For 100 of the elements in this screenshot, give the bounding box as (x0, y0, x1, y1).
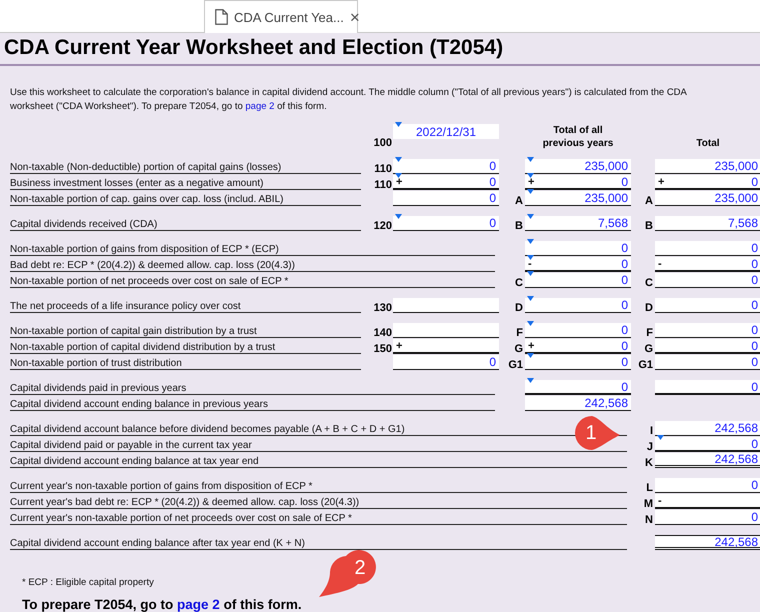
dropdown-marker-icon[interactable] (527, 378, 534, 383)
amount-field[interactable]: + 0 (525, 175, 631, 190)
line-code: 150 (372, 343, 393, 355)
amount-field[interactable]: 0 (655, 323, 760, 338)
line-letter: K (644, 457, 654, 469)
line-code: 130 (372, 302, 393, 314)
line-letter: F (645, 327, 654, 339)
row-label: Capital dividend account ending balance in previous years (10, 396, 495, 411)
amount-field[interactable]: 235,000 (525, 191, 631, 206)
line-code: 110 (373, 179, 393, 191)
amount-field[interactable]: 0 (655, 273, 760, 288)
dropdown-marker-icon[interactable] (527, 296, 534, 301)
dropdown-marker-icon[interactable] (527, 321, 534, 326)
dropdown-marker-icon[interactable] (527, 239, 534, 244)
row-label: The net proceeds of a life insurance policy over cost (10, 298, 361, 313)
row-label: Current year's bad debt re: ECP * (20(4.2)) & deemed allow. cap. loss (20(4.3)) (10, 494, 627, 509)
intro-text: Use this worksheet to calculate the corporation's balance in capital dividend account. The middle column ("Total of all previous years") is calculated from the CDA worksheet ("CDA Worksheet"). To prepare T2054, go to page 2 of this form. (10, 86, 688, 114)
page-title: CDA Current Year Worksheet and Election (T2054) (0, 33, 760, 66)
line-letter: N (644, 514, 654, 526)
row-label: Non-taxable portion of capital gain distribution by a trust (10, 323, 361, 338)
line-letter: M (642, 498, 654, 510)
row-label: Capital dividend account ending balance at tax year end (10, 453, 627, 468)
line-letter: D (514, 302, 524, 314)
line-letter: C (644, 277, 654, 289)
amount-field[interactable]: + 0 (655, 175, 760, 190)
line-letter: C (514, 277, 524, 289)
row-label: Non-taxable portion of gains from disposition of ECP * (ECP) (10, 241, 495, 256)
amount-field[interactable]: + 0 (393, 175, 499, 190)
amount-field[interactable]: 0 (655, 298, 760, 313)
amount-field[interactable]: - (655, 494, 760, 509)
line-letter: B (514, 220, 524, 232)
row-label: Non-taxable portion of net proceeds over cost on sale of ECP * (10, 273, 495, 288)
amount-field[interactable]: 0 (655, 241, 760, 256)
amount-field[interactable]: 7,568 (655, 216, 760, 231)
line-letter: F (515, 327, 524, 339)
amount-field[interactable]: 0 (525, 298, 631, 313)
tab-title: CDA Current Yea... (234, 10, 344, 24)
amount-field[interactable]: 0 (393, 159, 499, 174)
line-letter: D (644, 302, 654, 314)
row-label: Capital dividends paid in previous years (10, 380, 495, 395)
dropdown-marker-icon[interactable] (395, 122, 402, 127)
line-code: 120 (372, 220, 393, 232)
line-letter: A (644, 195, 654, 207)
amount-field[interactable]: 0 (655, 437, 760, 452)
closing-text: To prepare T2054, go to page 2 of this form. (22, 597, 303, 612)
amount-field[interactable]: 0 (393, 216, 499, 231)
column-header: Total of all previous years (542, 124, 614, 150)
row-label: Current year's non-taxable portion of net proceeds over cost on sale of ECP * (10, 510, 627, 525)
row-label: Business investment losses (enter as a negative amount) (10, 175, 361, 190)
dropdown-marker-icon[interactable] (395, 214, 402, 219)
amount-field[interactable]: 235,000 (525, 159, 631, 174)
amount-field[interactable] (393, 298, 499, 313)
line-letter: I (648, 425, 654, 437)
amount-field[interactable]: 0 (525, 355, 631, 370)
amount-field[interactable]: 0 (525, 323, 631, 338)
dropdown-marker-icon[interactable] (527, 157, 534, 162)
amount-field[interactable]: 0 (655, 339, 760, 354)
amount-field[interactable]: + (393, 339, 499, 354)
amount-field[interactable]: 235,000 (655, 191, 760, 206)
row-label: Non-taxable portion of trust distribution (10, 355, 361, 370)
row-label: Bad debt re: ECP * (20(4.2)) & deemed allow. cap. loss (20(4.3)) (10, 257, 495, 272)
line-letter: B (644, 220, 654, 232)
amount-field[interactable]: 0 (655, 355, 760, 370)
close-button[interactable]: × (350, 8, 360, 26)
amount-field[interactable]: 242,568 (655, 421, 760, 436)
line-letter: G1 (637, 359, 654, 371)
line-code: 110 (373, 163, 393, 175)
page-link[interactable]: page 2 (177, 597, 220, 612)
amount-field[interactable]: + 0 (525, 339, 631, 354)
dropdown-marker-icon[interactable] (395, 157, 402, 162)
footnote: * ECP : Eligible capital property (22, 577, 155, 588)
document-tab[interactable]: CDA Current Yea... × (204, 0, 358, 33)
amount-field[interactable]: - 0 (525, 257, 631, 272)
amount-field[interactable]: 242,568 (525, 396, 631, 411)
amount-field[interactable]: 0 (655, 510, 760, 525)
line-letter: G1 (507, 359, 524, 371)
date-field[interactable]: 2022/12/31 (393, 124, 499, 139)
callout-badge: 2 (316, 548, 376, 598)
row-label: Non-taxable (Non-deductible) portion of capital gains (losses) (10, 159, 361, 174)
amount-field[interactable]: 0 (655, 380, 760, 395)
line-code: 100 (372, 137, 393, 150)
row-label: Non-taxable portion of cap. gains over cap. loss (includ. ABIL) (10, 191, 361, 206)
document-icon (215, 9, 228, 25)
amount-field[interactable]: 7,568 (525, 216, 631, 231)
amount-field[interactable]: 242,568 (655, 535, 760, 550)
line-letter: J (646, 441, 654, 453)
amount-field[interactable]: 242,568 (655, 453, 760, 468)
amount-field[interactable]: 235,000 (655, 159, 760, 174)
line-letter: G (643, 343, 654, 355)
page-link[interactable]: page 2 (245, 101, 274, 112)
amount-field[interactable]: 0 (393, 191, 499, 206)
amount-field[interactable]: - 0 (655, 257, 760, 272)
amount-field[interactable]: 0 (525, 380, 631, 395)
amount-field[interactable]: 0 (655, 478, 760, 493)
dropdown-marker-icon[interactable] (527, 214, 534, 219)
row-label: Capital dividend account ending balance after tax year end (K + N) (10, 535, 627, 550)
amount-field[interactable]: 0 (393, 355, 499, 370)
amount-field[interactable]: 0 (525, 241, 631, 256)
amount-field[interactable]: 0 (525, 273, 631, 288)
amount-field[interactable] (393, 323, 499, 338)
